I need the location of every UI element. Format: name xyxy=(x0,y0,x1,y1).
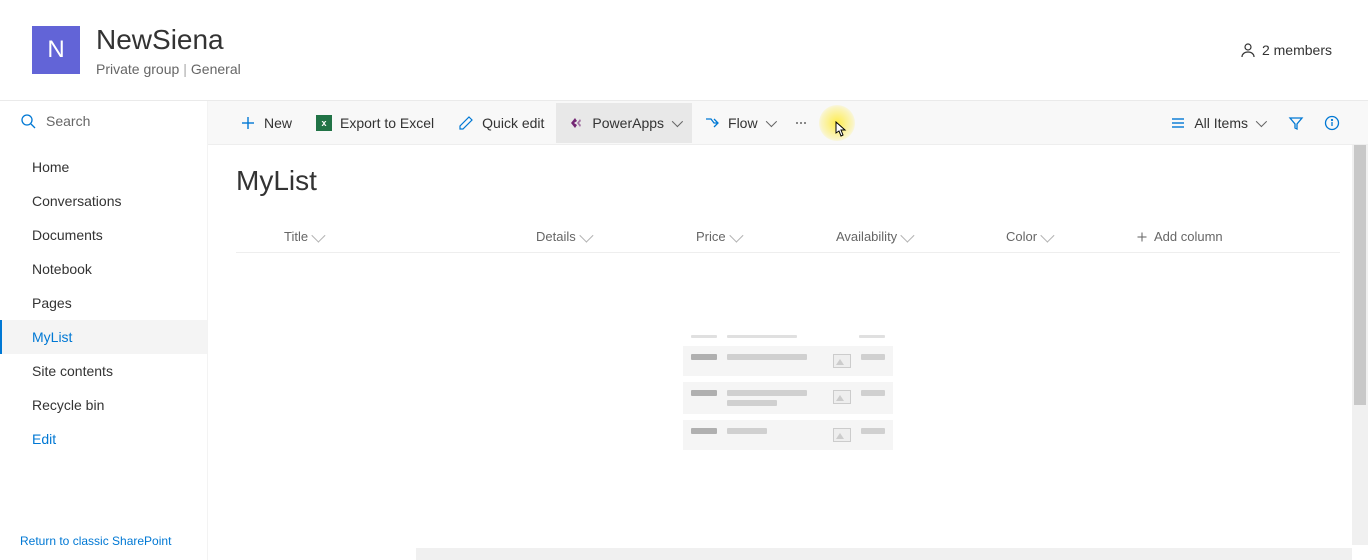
powerapps-icon xyxy=(568,115,584,131)
column-availability[interactable]: Availability xyxy=(836,229,1006,244)
column-color-label: Color xyxy=(1006,229,1037,244)
chevron-down-icon xyxy=(1256,115,1267,126)
left-nav: Search Home Conversations Documents Note… xyxy=(0,101,208,560)
chevron-down-icon xyxy=(1040,228,1054,242)
nav-conversations[interactable]: Conversations xyxy=(0,184,207,218)
cursor-highlight xyxy=(819,105,855,141)
chevron-down-icon xyxy=(765,115,776,126)
content-area: New x Export to Excel Quick edit PowerAp… xyxy=(208,101,1368,560)
search-icon xyxy=(20,113,36,129)
new-label: New xyxy=(264,115,292,131)
nav-notebook[interactable]: Notebook xyxy=(0,252,207,286)
horizontal-scrollbar[interactable] xyxy=(416,548,1352,560)
filter-button[interactable] xyxy=(1280,107,1312,139)
nav-mylist[interactable]: MyList xyxy=(0,320,207,354)
export-label: Export to Excel xyxy=(340,115,434,131)
members-link[interactable]: 2 members xyxy=(1240,42,1332,58)
chevron-down-icon xyxy=(672,115,683,126)
chevron-down-icon xyxy=(901,228,915,242)
group-privacy: Private group xyxy=(96,61,179,77)
command-bar: New x Export to Excel Quick edit PowerAp… xyxy=(208,101,1368,145)
quickedit-label: Quick edit xyxy=(482,115,544,131)
return-classic-link[interactable]: Return to classic SharePoint xyxy=(0,522,207,560)
empty-state xyxy=(236,333,1340,450)
flow-button[interactable]: Flow xyxy=(692,103,786,143)
column-details-label: Details xyxy=(536,229,576,244)
site-logo[interactable]: N xyxy=(32,26,80,74)
group-classification: General xyxy=(191,61,241,77)
search-box[interactable]: Search xyxy=(0,101,207,142)
cursor-pointer-icon xyxy=(831,121,847,139)
powerapps-label: PowerApps xyxy=(592,115,664,131)
column-title-label: Title xyxy=(284,229,308,244)
nav-edit[interactable]: Edit xyxy=(0,422,207,456)
column-price-label: Price xyxy=(696,229,726,244)
chevron-down-icon xyxy=(729,228,743,242)
list-title: MyList xyxy=(236,165,1340,197)
vertical-scrollbar[interactable] xyxy=(1352,145,1368,545)
search-placeholder: Search xyxy=(46,113,90,129)
plus-icon xyxy=(1136,231,1148,243)
column-availability-label: Availability xyxy=(836,229,897,244)
excel-icon: x xyxy=(316,115,332,131)
powerapps-button[interactable]: PowerApps xyxy=(556,103,692,143)
nav-items: Home Conversations Documents Notebook Pa… xyxy=(0,142,207,522)
column-color[interactable]: Color xyxy=(1006,229,1136,244)
info-button[interactable] xyxy=(1316,107,1348,139)
nav-home[interactable]: Home xyxy=(0,150,207,184)
nav-recycle-bin[interactable]: Recycle bin xyxy=(0,388,207,422)
nav-documents[interactable]: Documents xyxy=(0,218,207,252)
list-icon xyxy=(1170,115,1186,131)
chevron-down-icon xyxy=(311,228,325,242)
export-excel-button[interactable]: x Export to Excel xyxy=(304,103,446,143)
flow-icon xyxy=(704,115,720,131)
site-header: N NewSiena Private group|General 2 membe… xyxy=(0,0,1368,101)
person-icon xyxy=(1240,42,1256,58)
members-label: 2 members xyxy=(1262,42,1332,58)
column-price[interactable]: Price xyxy=(696,229,836,244)
site-info: NewSiena Private group|General xyxy=(96,23,1240,77)
column-title[interactable]: Title xyxy=(236,229,536,244)
column-details[interactable]: Details xyxy=(536,229,696,244)
list-header: Title Details Price Availability Color xyxy=(236,221,1340,253)
plus-icon xyxy=(240,115,256,131)
add-column-label: Add column xyxy=(1154,229,1223,244)
nav-pages[interactable]: Pages xyxy=(0,286,207,320)
more-button[interactable] xyxy=(786,103,816,143)
view-selector[interactable]: All Items xyxy=(1158,103,1276,143)
allitems-label: All Items xyxy=(1194,115,1248,131)
site-title[interactable]: NewSiena xyxy=(96,23,1240,57)
quick-edit-button[interactable]: Quick edit xyxy=(446,103,556,143)
new-button[interactable]: New xyxy=(228,103,304,143)
site-subtitle: Private group|General xyxy=(96,61,1240,77)
scrollbar-thumb[interactable] xyxy=(1354,145,1366,405)
add-column-button[interactable]: Add column xyxy=(1136,229,1223,244)
chevron-down-icon xyxy=(579,228,593,242)
nav-site-contents[interactable]: Site contents xyxy=(0,354,207,388)
pencil-icon xyxy=(458,115,474,131)
filter-icon xyxy=(1288,115,1304,131)
info-icon xyxy=(1324,115,1340,131)
flow-label: Flow xyxy=(728,115,758,131)
list-area: MyList Title Details Price Availability xyxy=(208,145,1368,560)
